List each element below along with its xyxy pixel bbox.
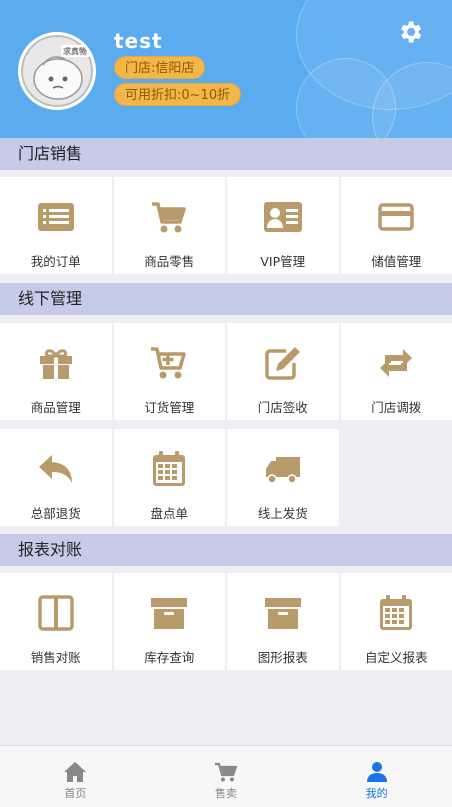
menu-vip-management[interactable]: VIP管理 bbox=[227, 177, 339, 274]
menu-graphic-report[interactable]: 图形报表 bbox=[227, 573, 339, 670]
bottom-tab-bar: 首页 售卖 我的 bbox=[0, 745, 452, 807]
grid-row: 商品管理 订货管理 门店签收 门店调拨 bbox=[0, 323, 452, 420]
user-icon bbox=[366, 762, 387, 782]
calendar-icon bbox=[153, 451, 186, 486]
tab-sell[interactable]: 售卖 bbox=[151, 746, 302, 807]
menu-label: 线上发货 bbox=[257, 506, 308, 521]
menu-label: 门店签收 bbox=[257, 400, 308, 415]
id-card-icon bbox=[263, 202, 302, 232]
archive-icon bbox=[264, 598, 301, 629]
menu-hq-return[interactable]: 总部退货 bbox=[0, 429, 112, 526]
archive-icon bbox=[151, 598, 188, 629]
edit-icon bbox=[265, 347, 300, 380]
reply-icon bbox=[38, 455, 72, 483]
tab-home[interactable]: 首页 bbox=[0, 746, 151, 807]
tab-label: 首页 bbox=[64, 787, 87, 800]
grid-row: 我的订单 商品零售 VIP管理 储值管理 bbox=[0, 177, 452, 274]
menu-label: VIP管理 bbox=[260, 254, 306, 269]
menu-label: 盘点单 bbox=[150, 506, 188, 521]
section-title-reports: 报表对账 bbox=[0, 534, 452, 566]
menu-label: 自定义报表 bbox=[364, 650, 428, 665]
menu-custom-report[interactable]: 自定义报表 bbox=[340, 573, 452, 670]
avatar[interactable]: 求真物 bbox=[18, 32, 96, 110]
menu-label: 订货管理 bbox=[144, 400, 195, 415]
gift-icon bbox=[39, 349, 72, 379]
menu-stocktake[interactable]: 盘点单 bbox=[113, 429, 225, 526]
menu-my-orders[interactable]: 我的订单 bbox=[0, 177, 112, 274]
tab-mine[interactable]: 我的 bbox=[301, 746, 452, 807]
menu-label: 图形报表 bbox=[257, 650, 308, 665]
calendar-icon bbox=[380, 595, 413, 630]
menu-order-management[interactable]: 订货管理 bbox=[113, 323, 225, 420]
avatar-text: 求真物 bbox=[63, 47, 87, 56]
profile-header: 求真物 test 门店:信阳店 可用折扣:0~10折 bbox=[0, 0, 452, 138]
menu-sales-reconciliation[interactable]: 销售对账 bbox=[0, 573, 112, 670]
menu-store-receipt[interactable]: 门店签收 bbox=[227, 323, 339, 420]
empty-cell bbox=[341, 429, 452, 526]
menu-stored-value[interactable]: 储值管理 bbox=[340, 177, 452, 274]
home-icon bbox=[64, 762, 87, 782]
menu-label: 总部退货 bbox=[30, 506, 81, 521]
menu-label: 门店调拨 bbox=[371, 400, 422, 415]
menu-label: 销售对账 bbox=[30, 650, 81, 665]
menu-inventory-query[interactable]: 库存查询 bbox=[113, 573, 225, 670]
menu-label: 商品零售 bbox=[144, 254, 195, 269]
cart-icon bbox=[215, 762, 238, 782]
username: test bbox=[114, 29, 163, 53]
section-title-store-sales: 门店销售 bbox=[0, 138, 452, 170]
tab-label: 我的 bbox=[365, 787, 388, 800]
menu-goods-management[interactable]: 商品管理 bbox=[0, 323, 112, 420]
cart-icon bbox=[152, 202, 186, 233]
menu-label: 商品管理 bbox=[30, 400, 81, 415]
menu-store-transfer[interactable]: 门店调拨 bbox=[340, 323, 452, 420]
cart-plus-icon bbox=[151, 347, 186, 379]
menu-label: 储值管理 bbox=[371, 254, 422, 269]
section-title-offline-management: 线下管理 bbox=[0, 283, 452, 315]
menu-online-delivery[interactable]: 线上发货 bbox=[227, 429, 339, 526]
menu-label: 库存查询 bbox=[144, 650, 195, 665]
truck-icon bbox=[265, 457, 300, 484]
discount-badge: 可用折扣:0~10折 bbox=[114, 83, 242, 106]
tab-label: 售卖 bbox=[215, 787, 237, 800]
menu-goods-retail[interactable]: 商品零售 bbox=[113, 177, 225, 274]
store-badge: 门店:信阳店 bbox=[114, 56, 206, 79]
columns-icon bbox=[38, 595, 74, 631]
grid-row: 销售对账 库存查询 图形报表 自定义报表 bbox=[0, 573, 452, 670]
list-card-icon bbox=[37, 203, 74, 231]
grid-row: 总部退货 盘点单 线上发货 bbox=[0, 429, 452, 526]
credit-card-icon bbox=[378, 203, 414, 231]
transfer-icon bbox=[380, 349, 413, 377]
menu-label: 我的订单 bbox=[30, 254, 81, 269]
settings-gear-icon[interactable] bbox=[396, 18, 424, 46]
